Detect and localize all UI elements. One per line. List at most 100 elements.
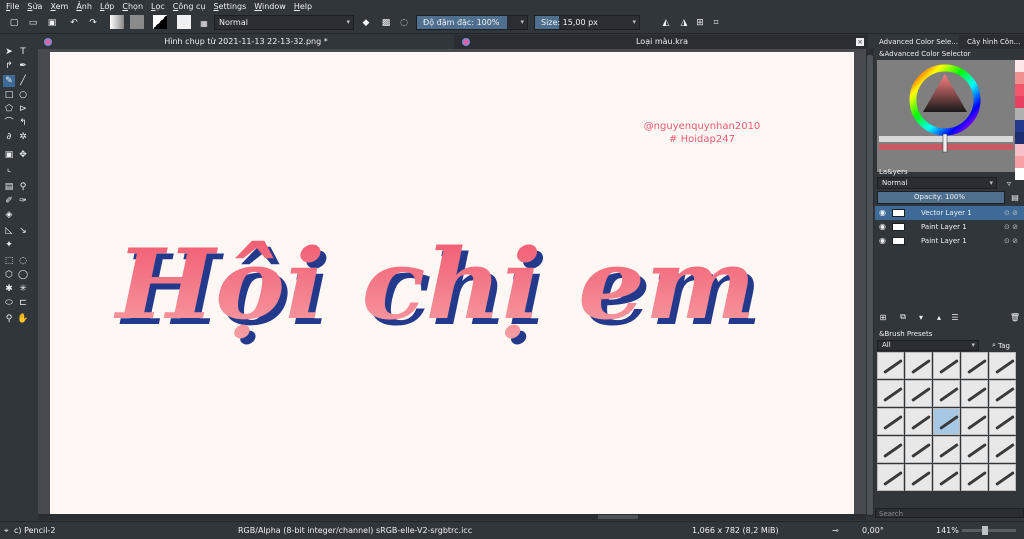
filter-icon[interactable]: ▿ bbox=[1003, 177, 1015, 189]
brush-preset[interactable] bbox=[933, 352, 960, 379]
brush-preset[interactable] bbox=[877, 464, 904, 491]
move-down-icon[interactable]: ▾ bbox=[915, 310, 927, 324]
close-icon[interactable]: × bbox=[856, 38, 864, 46]
new-document-icon[interactable]: ▢ bbox=[8, 16, 20, 30]
hue-ring[interactable] bbox=[877, 60, 1015, 172]
reload-icon[interactable]: ◌ bbox=[398, 16, 410, 30]
select-shapes-icon[interactable]: ➤ bbox=[3, 46, 15, 58]
zoom-slider[interactable] bbox=[962, 526, 1016, 535]
horizontal-scrollbar[interactable] bbox=[38, 514, 866, 520]
reference-icon[interactable]: ✦ bbox=[3, 239, 15, 251]
brush-preset[interactable] bbox=[877, 408, 904, 435]
edit-shapes-icon[interactable]: ↱ bbox=[3, 60, 15, 72]
menu-image[interactable]: Ảnh bbox=[76, 2, 92, 11]
mirror-vertical-icon[interactable]: ◮ bbox=[678, 16, 690, 30]
brush-preset[interactable] bbox=[877, 352, 904, 379]
ellipse-select-icon[interactable]: ◌ bbox=[17, 255, 29, 267]
smart-patch-icon[interactable]: ✐ bbox=[3, 195, 15, 207]
open-folder-icon[interactable]: ▭ bbox=[27, 16, 39, 30]
zoom-value[interactable]: 141% bbox=[936, 526, 959, 535]
brush-search-input[interactable]: Search bbox=[875, 508, 1024, 518]
save-icon[interactable]: ▣ bbox=[46, 16, 58, 30]
bezier-tool-icon[interactable]: ⌒ bbox=[3, 117, 15, 129]
ellipse-tool-icon[interactable]: ○ bbox=[17, 89, 29, 101]
fill-bucket-icon[interactable]: ◈ bbox=[3, 209, 15, 221]
eye-icon[interactable]: ◉ bbox=[879, 234, 886, 248]
similar-select-icon[interactable]: ✳ bbox=[17, 283, 29, 295]
layer-item[interactable]: ◉ Paint Layer 1 ⊙ ⊘ bbox=[875, 220, 1024, 234]
rectangle-tool-icon[interactable]: □ bbox=[3, 89, 15, 101]
menu-view[interactable]: Xem bbox=[50, 2, 68, 11]
blend-mode-dropdown[interactable]: Normal ▾ bbox=[214, 15, 354, 30]
zoom-slider-handle[interactable] bbox=[982, 526, 988, 535]
line-tool-icon[interactable]: ╱ bbox=[17, 75, 29, 87]
menu-filter[interactable]: Lọc bbox=[151, 2, 165, 11]
freehand-path-icon[interactable]: ↰ bbox=[17, 117, 29, 129]
mirror-horizontal-icon[interactable]: ◭ bbox=[660, 16, 672, 30]
brush-preset[interactable] bbox=[905, 352, 932, 379]
brush-preset[interactable] bbox=[877, 380, 904, 407]
brush-preset[interactable] bbox=[961, 380, 988, 407]
contiguous-select-icon[interactable]: ✱ bbox=[3, 283, 15, 295]
polygon-tool-icon[interactable]: ⬠ bbox=[3, 103, 15, 115]
eye-icon[interactable]: ◉ bbox=[879, 220, 886, 234]
lock-icon[interactable]: ⊙ ⊘ bbox=[1004, 206, 1018, 220]
menu-select[interactable]: Chọn bbox=[122, 2, 143, 11]
brush-preset[interactable] bbox=[933, 408, 960, 435]
menu-edit[interactable]: Sửa bbox=[27, 2, 42, 11]
eraser-icon[interactable]: ◆ bbox=[360, 16, 372, 30]
eye-icon[interactable]: ◉ bbox=[879, 206, 886, 220]
brush-preset[interactable] bbox=[989, 380, 1016, 407]
layer-options-icon[interactable]: ▤ bbox=[1009, 191, 1021, 203]
magnetic-select-icon[interactable]: ⊏ bbox=[17, 297, 29, 309]
scroll-thumb[interactable] bbox=[867, 55, 873, 515]
opacity-slider[interactable]: Độ đậm đặc: 100% ▾ bbox=[416, 15, 528, 30]
brush-preset-icon[interactable] bbox=[177, 15, 191, 29]
crop-icon[interactable]: ▣ bbox=[3, 149, 15, 161]
duplicate-layer-icon[interactable]: ⧉ bbox=[897, 310, 909, 324]
brush-preset[interactable] bbox=[989, 352, 1016, 379]
brush-preset[interactable] bbox=[961, 436, 988, 463]
brush-preset[interactable] bbox=[905, 380, 932, 407]
grid-icon[interactable]: ▦ bbox=[198, 16, 210, 30]
brush-preset[interactable] bbox=[989, 408, 1016, 435]
menu-settings[interactable]: Settings bbox=[213, 2, 246, 11]
color-picker-icon[interactable]: ⚲ bbox=[17, 181, 29, 193]
window-icon[interactable]: ⌗ bbox=[710, 16, 722, 30]
brush-filter-dropdown[interactable]: All ▾ bbox=[877, 340, 979, 351]
menu-window[interactable]: Window bbox=[254, 2, 286, 11]
brush-preset[interactable] bbox=[933, 464, 960, 491]
tab-brush-tree[interactable]: Cây hình Côn... bbox=[963, 35, 1023, 49]
tag-button[interactable]: ⌕ Tag bbox=[981, 340, 1021, 351]
menu-file[interactable]: File bbox=[6, 2, 19, 11]
brush-preset[interactable] bbox=[905, 436, 932, 463]
brush-preset[interactable] bbox=[961, 408, 988, 435]
gradient-tool-icon[interactable]: ▤ bbox=[3, 181, 15, 193]
dynamic-brush-icon[interactable]: ∂ bbox=[3, 131, 15, 143]
rotation-value[interactable]: 0,00° bbox=[862, 526, 884, 535]
gradient-swatch[interactable] bbox=[110, 15, 124, 29]
layer-item[interactable]: ◉ Paint Layer 1 ⊙ ⊘ bbox=[875, 234, 1024, 248]
brush-preset[interactable] bbox=[905, 464, 932, 491]
brush-preset[interactable] bbox=[905, 408, 932, 435]
lock-icon[interactable]: ⊙ ⊘ bbox=[1004, 234, 1018, 248]
tab-document-2[interactable]: Loại màu.kra × bbox=[456, 35, 868, 49]
zoom-icon[interactable]: ⚲ bbox=[3, 313, 15, 325]
alpha-lock-icon[interactable]: ▩ bbox=[380, 16, 392, 30]
tab-advanced-color[interactable]: Advanced Color Sele... bbox=[875, 35, 959, 49]
colorize-mask-icon[interactable]: ✑ bbox=[17, 195, 29, 207]
polygon-select-icon[interactable]: ⬡ bbox=[3, 269, 15, 281]
multibrush-icon[interactable]: ✲ bbox=[17, 131, 29, 143]
recent-colors-strip[interactable] bbox=[1015, 60, 1024, 188]
layer-properties-icon[interactable]: ☰ bbox=[949, 310, 961, 324]
assistant-icon[interactable]: ◺ bbox=[3, 225, 15, 237]
pattern-swatch[interactable] bbox=[130, 15, 144, 29]
menu-tools[interactable]: Công cụ bbox=[173, 2, 206, 11]
transform-icon[interactable]: ⌞ bbox=[3, 163, 15, 175]
layer-item[interactable]: ◉ Vector Layer 1 ⊙ ⊘ bbox=[875, 206, 1024, 220]
color-selector[interactable] bbox=[877, 60, 1015, 172]
add-layer-icon[interactable]: ⊞ bbox=[877, 310, 889, 324]
brush-preset[interactable] bbox=[933, 380, 960, 407]
brush-preset[interactable] bbox=[961, 464, 988, 491]
redo-icon[interactable]: ↷ bbox=[87, 16, 99, 30]
